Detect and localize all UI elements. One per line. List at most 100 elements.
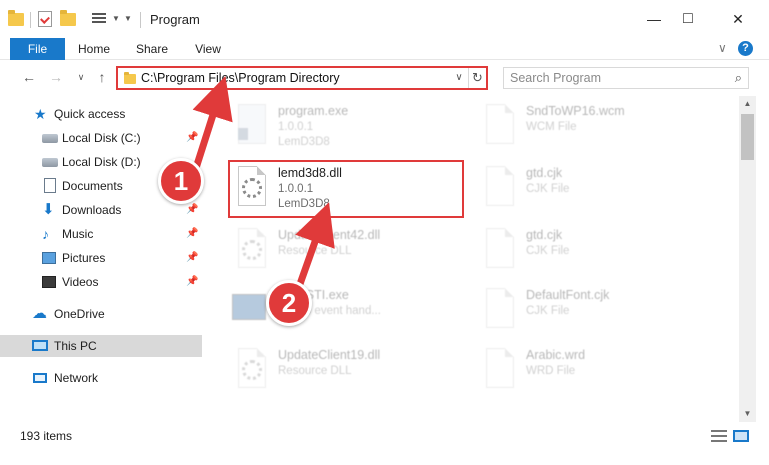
window-title: Program xyxy=(150,12,200,27)
file-item[interactable]: UpdateClient19.dll Resource DLL xyxy=(232,344,472,400)
sidebar-item-label: Local Disk (C:) xyxy=(62,131,141,145)
sidebar-item-label: OneDrive xyxy=(54,307,105,321)
step-2-badge: 2 xyxy=(266,280,312,326)
generic-file-icon xyxy=(480,228,516,274)
divider xyxy=(140,12,141,28)
tab-home[interactable]: Home xyxy=(72,38,116,60)
generic-file-icon xyxy=(480,166,516,212)
generic-file-icon xyxy=(480,104,516,150)
file-item[interactable]: gtd.cjk CJK File xyxy=(480,224,720,280)
chevron-down-icon[interactable]: ▼ xyxy=(112,14,120,23)
sidebar-item-music[interactable]: ♪ Music 📌 xyxy=(0,223,202,245)
maximize-button[interactable]: □ xyxy=(665,0,711,38)
quick-access-dropdown-icon[interactable]: ▼ xyxy=(124,14,132,23)
file-description: LemD3D8 xyxy=(278,136,330,148)
file-description: Resource DLL xyxy=(278,365,352,377)
file-item[interactable]: gtd.cjk CJK File xyxy=(480,162,720,218)
sidebar-item-videos[interactable]: Videos 📌 xyxy=(0,271,202,293)
folder-icon xyxy=(8,10,24,26)
refresh-icon[interactable]: ↻ xyxy=(468,68,486,88)
address-dropdown-icon[interactable]: ∨ xyxy=(452,69,466,87)
pin-icon[interactable]: 📌 xyxy=(186,247,198,269)
file-type: CJK File xyxy=(526,183,570,195)
forward-button[interactable]: → xyxy=(47,68,65,86)
tab-view[interactable]: View xyxy=(186,38,230,60)
file-list: program.exe 1.0.0.1 LemD3D8 lemd3d8.dll … xyxy=(210,96,739,422)
search-input[interactable]: Search Program ⌕ xyxy=(503,67,749,89)
file-name: gtd.cjk xyxy=(526,166,563,180)
file-name: program.exe xyxy=(278,104,349,118)
up-button[interactable]: ↑ xyxy=(93,68,111,86)
exe-file-icon xyxy=(232,288,268,334)
drive-icon xyxy=(42,134,58,143)
navigation-pane: ★ Quick access Local Disk (C:) 📌 Local D… xyxy=(0,96,210,422)
generic-file-icon xyxy=(480,348,516,394)
pin-icon[interactable]: 📌 xyxy=(186,271,198,293)
cloud-icon: ☁ xyxy=(32,305,47,322)
downloads-icon: ⬇ xyxy=(42,201,55,218)
tab-file[interactable]: File xyxy=(10,38,65,60)
sidebar-item-label: Videos xyxy=(62,275,99,289)
file-name: SndToWP16.wcm xyxy=(526,104,625,118)
address-bar[interactable]: C:\Program Files\Program Directory ∨ ↻ xyxy=(116,66,488,90)
file-type: CJK File xyxy=(526,305,570,317)
address-toolbar: ← → ∨ ↑ C:\Program Files\Program Directo… xyxy=(0,60,769,96)
sidebar-item-network[interactable]: Network xyxy=(0,367,202,389)
drive-icon xyxy=(42,158,58,167)
file-item[interactable]: UpdateClient42.dll Resource DLL xyxy=(232,224,472,280)
recent-locations-button[interactable]: ∨ xyxy=(72,68,90,86)
step-1-badge: 1 xyxy=(158,158,204,204)
item-count: 193 items xyxy=(20,429,73,443)
file-item[interactable]: Arabic.wrd WRD File xyxy=(480,344,720,400)
large-icons-view-icon[interactable] xyxy=(733,430,749,442)
scroll-thumb[interactable] xyxy=(741,114,754,160)
sidebar-item-pictures[interactable]: Pictures 📌 xyxy=(0,247,202,269)
folder-icon xyxy=(124,72,136,84)
search-placeholder: Search Program xyxy=(510,71,602,85)
pin-icon[interactable]: 📌 xyxy=(186,223,198,245)
pictures-icon xyxy=(42,252,56,264)
expand-ribbon-icon[interactable]: ∨ xyxy=(718,41,727,55)
file-type: CJK File xyxy=(526,245,570,257)
sidebar-item-label: Documents xyxy=(62,179,123,193)
sidebar-item-label: Downloads xyxy=(62,203,122,217)
details-view-icon[interactable] xyxy=(711,430,727,442)
documents-icon xyxy=(44,178,56,193)
back-button[interactable]: ← xyxy=(20,68,38,86)
scroll-up-icon[interactable]: ▲ xyxy=(739,96,756,112)
close-button[interactable]: ✕ xyxy=(715,0,761,38)
properties-icon[interactable] xyxy=(38,11,52,27)
ribbon: File Home Share View ∨ ? xyxy=(0,38,769,60)
help-icon[interactable]: ? xyxy=(738,41,753,56)
file-name: UpdateClient42.dll xyxy=(278,228,381,242)
file-highlight-box xyxy=(228,160,464,218)
tab-share[interactable]: Share xyxy=(130,38,174,60)
address-path[interactable]: C:\Program Files\Program Directory xyxy=(141,71,340,85)
sidebar-item-label: Pictures xyxy=(62,251,106,265)
title-bar: ▼ ▼ Program — □ ✕ xyxy=(0,0,769,38)
file-description: Resource DLL xyxy=(278,245,352,257)
sidebar-item-this-pc[interactable]: This PC xyxy=(0,335,202,357)
new-folder-icon[interactable] xyxy=(60,10,76,26)
status-bar: 193 items xyxy=(0,422,769,465)
search-icon[interactable]: ⌕ xyxy=(735,70,742,86)
file-item[interactable]: SndToWP16.wcm WCM File xyxy=(480,100,720,156)
sidebar-item-local-disk-c[interactable]: Local Disk (C:) 📌 xyxy=(0,127,202,149)
dll-file-icon xyxy=(232,228,268,274)
file-item[interactable]: DefaultFont.cjk CJK File xyxy=(480,284,720,340)
star-icon: ★ xyxy=(34,106,47,122)
pin-icon[interactable]: 📌 xyxy=(186,127,198,149)
scroll-down-icon[interactable]: ▼ xyxy=(739,406,756,422)
file-type: WCM File xyxy=(526,121,577,133)
sidebar-item-onedrive[interactable]: ☁ OneDrive xyxy=(0,303,202,325)
sidebar-item-label: Local Disk (D:) xyxy=(62,155,141,169)
file-item[interactable]: program.exe 1.0.0.1 LemD3D8 xyxy=(232,100,472,156)
sidebar-item-quick-access[interactable]: ★ Quick access xyxy=(0,103,202,125)
videos-icon xyxy=(42,276,56,288)
vertical-scrollbar[interactable]: ▲ ▼ xyxy=(739,96,756,422)
file-name: Arabic.wrd xyxy=(526,348,586,362)
dll-file-icon xyxy=(232,348,268,394)
sidebar-item-label: This PC xyxy=(54,339,97,353)
customize-quick-access-icon[interactable] xyxy=(92,11,108,27)
music-icon: ♪ xyxy=(42,226,49,242)
